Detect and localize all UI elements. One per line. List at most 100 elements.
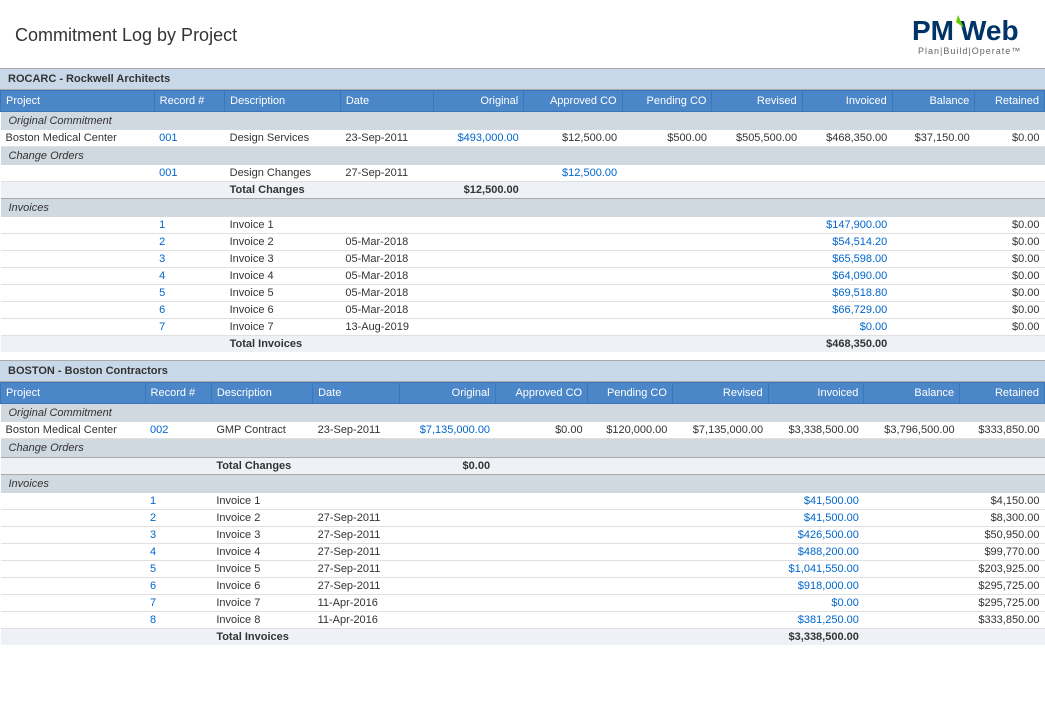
section-header-boston: BOSTON - Boston Contractors [0,360,1045,382]
boston-inv-record-6[interactable]: 7 [145,595,211,612]
boston-inv-invoiced-4[interactable]: $1,041,550.00 [768,561,864,578]
svg-text:PM: PM [912,15,954,46]
rocarc-inv-invoiced-2[interactable]: $65,598.00 [802,251,892,268]
boston-orig-record[interactable]: 002 [145,422,211,439]
rocarc-orig-record[interactable]: 001 [154,130,224,147]
rocarc-inv-invoiced-3[interactable]: $64,090.00 [802,268,892,285]
boston-inv-record-2[interactable]: 3 [145,527,211,544]
rocarc-inv-record-1[interactable]: 2 [154,234,224,251]
col-revised: Revised [712,91,802,112]
rocarc-inv-invoiced-5[interactable]: $66,729.00 [802,302,892,319]
boston-invoice-row-3: 4 Invoice 4 27-Sep-2011 $488,200.00 $99,… [1,544,1045,561]
col-description-b: Description [211,383,312,404]
boston-inv-invoiced-5[interactable]: $918,000.00 [768,578,864,595]
boston-table: Project Record # Description Date Origin… [0,382,1045,645]
boston-inv-date-4: 27-Sep-2011 [313,561,400,578]
boston-invoice-row-7: 8 Invoice 8 11-Apr-2016 $381,250.00 $333… [1,612,1045,629]
logo-area: PM Web Plan|Build|Operate™ [910,10,1030,60]
boston-inv-record-4[interactable]: 5 [145,561,211,578]
rocarc-invoice-row-2: 3 Invoice 3 05-Mar-2018 $65,598.00 $0.00 [1,251,1045,268]
rocarc-inv-retained-6: $0.00 [975,319,1045,336]
rocarc-inv-invoiced-1[interactable]: $54,514.20 [802,234,892,251]
boston-inv-invoiced-3[interactable]: $488,200.00 [768,544,864,561]
rocarc-co-date: 27-Sep-2011 [340,165,433,182]
col-record: Record # [154,91,224,112]
col-original-b: Original [399,383,495,404]
boston-inv-date-7: 11-Apr-2016 [313,612,400,629]
col-pending-co: Pending CO [622,91,712,112]
rocarc-inv-record-2[interactable]: 3 [154,251,224,268]
rocarc-inv-retained-1: $0.00 [975,234,1045,251]
boston-inv-record-1[interactable]: 2 [145,510,211,527]
rocarc-total-changes-label: Total Changes [225,182,341,199]
rocarc-invoice-row-0: 1 Invoice 1 $147,900.00 $0.00 [1,217,1045,234]
boston-inv-record-3[interactable]: 4 [145,544,211,561]
rocarc-inv-record-0[interactable]: 1 [154,217,224,234]
rocarc-invoices-header: Invoices [1,199,1045,218]
boston-inv-invoiced-1[interactable]: $41,500.00 [768,510,864,527]
boston-inv-desc-1: Invoice 2 [211,510,312,527]
col-balance: Balance [892,91,974,112]
rocarc-inv-record-6[interactable]: 7 [154,319,224,336]
rocarc-inv-record-5[interactable]: 6 [154,302,224,319]
svg-text:Plan|Build|Operate™: Plan|Build|Operate™ [918,46,1021,56]
boston-orig-date: 23-Sep-2011 [313,422,400,439]
rocarc-inv-record-4[interactable]: 5 [154,285,224,302]
boston-inv-record-7[interactable]: 8 [145,612,211,629]
rocarc-co-description: Design Changes [225,165,341,182]
rocarc-co-record[interactable]: 001 [154,165,224,182]
rocarc-inv-desc-2: Invoice 3 [225,251,341,268]
boston-inv-record-0[interactable]: 1 [145,493,211,510]
rocarc-original-commitment-header: Original Commitment [1,112,1045,131]
section-header-rocarc: ROCARC - Rockwell Architects [0,68,1045,90]
boston-inv-record-5[interactable]: 6 [145,578,211,595]
rocarc-inv-retained-2: $0.00 [975,251,1045,268]
rocarc-orig-project: Boston Medical Center [1,130,155,147]
boston-inv-invoiced-7[interactable]: $381,250.00 [768,612,864,629]
rocarc-change-orders-header: Change Orders [1,147,1045,166]
rocarc-co-original [434,165,524,182]
rocarc-inv-invoiced-0[interactable]: $147,900.00 [802,217,892,234]
rocarc-inv-record-3[interactable]: 4 [154,268,224,285]
rocarc-inv-invoiced-4[interactable]: $69,518.80 [802,285,892,302]
rocarc-orig-retained: $0.00 [975,130,1045,147]
boston-inv-retained-2: $50,950.00 [960,527,1045,544]
col-balance-b: Balance [864,383,960,404]
boston-orig-project: Boston Medical Center [1,422,146,439]
boston-inv-retained-7: $333,850.00 [960,612,1045,629]
pmweb-logo: PM Web Plan|Build|Operate™ [910,10,1030,60]
boston-inv-invoiced-6[interactable]: $0.00 [768,595,864,612]
boston-inv-invoiced-2[interactable]: $426,500.00 [768,527,864,544]
boston-inv-retained-3: $99,770.00 [960,544,1045,561]
rocarc-inv-desc-5: Invoice 6 [225,302,341,319]
boston-inv-desc-7: Invoice 8 [211,612,312,629]
col-retained-b: Retained [960,383,1045,404]
rocarc-orig-balance: $37,150.00 [892,130,974,147]
boston-inv-desc-3: Invoice 4 [211,544,312,561]
rocarc-total-changes-row: Total Changes $12,500.00 [1,182,1045,199]
rocarc-orig-original[interactable]: $493,000.00 [434,130,524,147]
page-title: Commitment Log by Project [15,25,237,46]
boston-inv-desc-0: Invoice 1 [211,493,312,510]
boston-total-invoices-row: Total Invoices $3,338,500.00 [1,629,1045,646]
boston-invoice-row-2: 3 Invoice 3 27-Sep-2011 $426,500.00 $50,… [1,527,1045,544]
col-description: Description [225,91,341,112]
boston-total-changes-value: $0.00 [399,458,495,475]
boston-inv-date-5: 27-Sep-2011 [313,578,400,595]
rocarc-invoice-row-4: 5 Invoice 5 05-Mar-2018 $69,518.80 $0.00 [1,285,1045,302]
rocarc-co-approved-co[interactable]: $12,500.00 [524,165,622,182]
rocarc-inv-date-6: 13-Aug-2019 [340,319,433,336]
boston-inv-desc-6: Invoice 7 [211,595,312,612]
rocarc-orig-revised: $505,500.00 [712,130,802,147]
rocarc-orig-approved-co: $12,500.00 [524,130,622,147]
boston-col-headers: Project Record # Description Date Origin… [1,383,1045,404]
boston-inv-invoiced-0[interactable]: $41,500.00 [768,493,864,510]
boston-orig-original[interactable]: $7,135,000.00 [399,422,495,439]
rocarc-inv-date-3: 05-Mar-2018 [340,268,433,285]
rocarc-inv-date-2: 05-Mar-2018 [340,251,433,268]
rocarc-orig-invoiced: $468,350.00 [802,130,892,147]
rocarc-inv-invoiced-6[interactable]: $0.00 [802,319,892,336]
col-record-b: Record # [145,383,211,404]
rocarc-inv-retained-3: $0.00 [975,268,1045,285]
rocarc-co-pending-co [622,165,712,182]
